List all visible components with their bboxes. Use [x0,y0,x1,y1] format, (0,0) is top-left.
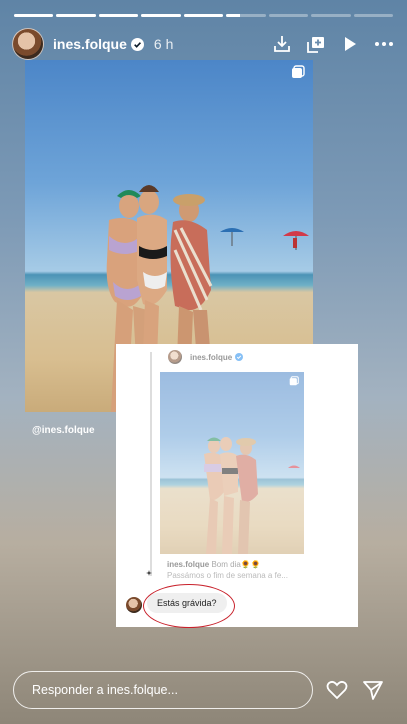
caption-username: ines.folque [167,560,210,569]
progress-segment [311,14,351,17]
photo-mention-tag[interactable]: @ines.folque [32,425,95,436]
shared-post-photo [160,372,304,554]
progress-segment [226,14,266,17]
progress-segment [183,14,224,17]
shared-post-caption-line: Passámos o fim de semana a fe... [167,571,288,580]
download-icon[interactable] [271,33,293,55]
shared-post-header: ines.folque [168,350,244,364]
story-header: ines.folque 6 h [12,28,395,60]
play-icon[interactable] [339,33,361,55]
reply-avatar [126,597,142,613]
progress-fill [183,14,224,17]
username[interactable]: ines.folque [53,36,127,52]
progress-fill [56,14,96,17]
verified-badge-icon [130,37,144,51]
shared-post-username: ines.folque [190,352,233,362]
beach-people-thumbnail [204,437,300,554]
story-progress-bar [14,14,393,17]
heart-icon[interactable] [325,679,349,701]
reply-input[interactable]: Responder a ines.folque... [13,671,313,709]
shared-post-avatar [168,350,182,364]
progress-segment [56,14,96,17]
more-icon[interactable] [373,33,395,55]
caption-greeting: Bom dia🌻🌻 [211,560,261,569]
progress-segment [268,14,309,17]
progress-segment [98,14,139,17]
add-to-story-icon[interactable] [305,33,327,55]
shared-post-card[interactable]: ines.folque ines.folque Bom dia🌻🌻 Passám… [116,344,358,627]
progress-fill [141,14,181,17]
thread-line [150,352,152,576]
carousel-icon [289,376,299,386]
progress-fill [226,14,240,17]
verified-badge-icon [235,353,244,361]
post-time: 6 h [153,36,174,52]
progress-fill [98,14,139,17]
progress-segment [141,14,181,17]
avatar[interactable] [12,28,44,60]
shared-post-caption: ines.folque Bom dia🌻🌻 [167,560,261,569]
sparkle-icon [146,570,152,576]
progress-segment [14,14,54,17]
send-icon[interactable] [361,679,385,701]
highlight-circle [143,584,235,628]
progress-segment [353,14,393,17]
progress-fill [14,14,54,17]
